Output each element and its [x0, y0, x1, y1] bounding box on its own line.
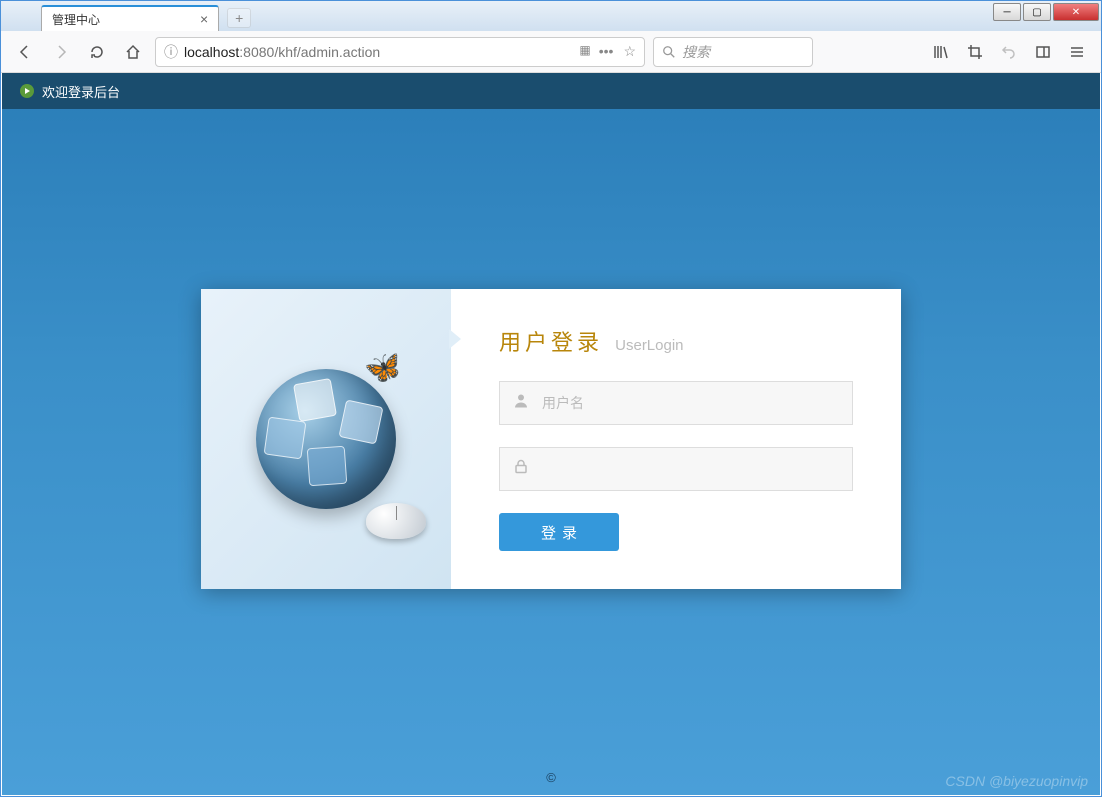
undo-icon	[1001, 44, 1017, 60]
butterfly-icon: 🦋	[361, 347, 405, 389]
password-group	[499, 447, 853, 491]
login-form: 用户登录 UserLogin 登录	[451, 289, 901, 589]
mouse-image	[366, 503, 426, 539]
more-icon[interactable]: •••	[599, 43, 614, 60]
url-bar[interactable]: ⓘ localhost:8080/khf/admin.action ▦ ••• …	[155, 37, 645, 67]
page-header-text: 欢迎登录后台	[42, 82, 120, 101]
qr-icon[interactable]: ▦	[579, 43, 588, 60]
new-tab-button[interactable]: +	[227, 8, 251, 28]
username-group	[499, 381, 853, 425]
tab-bar: 管理中心 × +	[1, 1, 1101, 31]
password-input[interactable]	[499, 447, 853, 491]
crop-icon	[967, 44, 983, 60]
page-content: 欢迎登录后台 🦋 用户登录 UserLogin	[2, 73, 1100, 795]
page-header: 欢迎登录后台	[2, 73, 1100, 109]
bookmark-icon[interactable]: ☆	[623, 43, 636, 60]
globe-image	[256, 369, 396, 509]
arrow-left-icon	[17, 44, 33, 60]
screenshot-button[interactable]	[961, 38, 989, 66]
library-icon	[933, 44, 949, 60]
home-button[interactable]	[119, 38, 147, 66]
back-button[interactable]	[11, 38, 39, 66]
hamburger-icon	[1069, 44, 1085, 60]
search-bar[interactable]: 搜索	[653, 37, 813, 67]
user-icon	[513, 393, 529, 414]
home-icon	[125, 44, 141, 60]
browser-toolbar: ⓘ localhost:8080/khf/admin.action ▦ ••• …	[1, 31, 1101, 73]
browser-tab[interactable]: 管理中心 ×	[41, 5, 219, 31]
sidebar-icon	[1035, 44, 1051, 60]
toolbar-right-icons	[927, 38, 1091, 66]
page-footer: ©	[2, 770, 1100, 785]
watermark: CSDN @biyezuopinvip	[945, 773, 1088, 789]
sidebar-button[interactable]	[1029, 38, 1057, 66]
reload-icon	[89, 44, 105, 60]
window-maximize-button[interactable]: ▢	[1023, 3, 1051, 21]
arrow-right-icon	[53, 44, 69, 60]
lock-icon	[513, 459, 529, 480]
username-input[interactable]	[499, 381, 853, 425]
site-info-icon[interactable]: ⓘ	[164, 42, 178, 62]
login-illustration: 🦋	[201, 289, 451, 589]
window-minimize-button[interactable]: ─	[993, 3, 1021, 21]
tab-close-icon[interactable]: ×	[200, 11, 208, 27]
library-button[interactable]	[927, 38, 955, 66]
login-title: 用户登录 UserLogin	[499, 325, 853, 357]
search-placeholder: 搜索	[682, 42, 710, 62]
forward-button[interactable]	[47, 38, 75, 66]
login-card: 🦋 用户登录 UserLogin	[201, 289, 901, 589]
undo-button[interactable]	[995, 38, 1023, 66]
menu-button[interactable]	[1063, 38, 1091, 66]
window-controls: ─ ▢ ✕	[993, 3, 1099, 21]
search-icon	[662, 45, 676, 59]
login-button[interactable]: 登录	[499, 513, 619, 551]
browser-window: ─ ▢ ✕ 管理中心 × + ⓘ localhost:8080/khf/admi…	[0, 0, 1102, 797]
tab-title: 管理中心	[52, 11, 100, 28]
window-close-button[interactable]: ✕	[1053, 3, 1099, 21]
reload-button[interactable]	[83, 38, 111, 66]
url-actions: ▦ ••• ☆	[579, 43, 636, 60]
play-icon	[20, 84, 34, 98]
url-text: localhost:8080/khf/admin.action	[184, 44, 380, 60]
